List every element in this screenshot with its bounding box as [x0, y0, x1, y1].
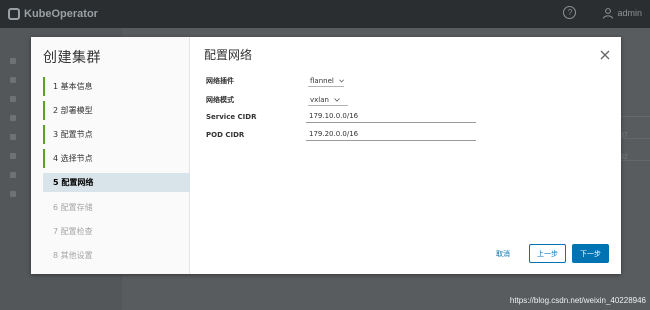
create-cluster-modal: 创建集群 1 基本信息 2 部署模型 3 配置节点 4 选择节点 5 配置网络 … — [31, 37, 621, 274]
logo-icon — [8, 8, 20, 20]
wizard-step-config-storage: 6 配置存储 — [53, 203, 93, 212]
page-title: 配置网络 — [204, 48, 253, 62]
pod-cidr-input[interactable] — [306, 128, 476, 141]
header-right: ? admin — [563, 6, 642, 19]
network-mode-label: 网络模式 — [206, 96, 234, 104]
sidebar-icon — [10, 191, 16, 197]
sidebar-icon — [10, 153, 16, 159]
app-logo[interactable]: KubeOperator — [8, 8, 98, 20]
app-header: KubeOperator ? admin — [0, 0, 650, 28]
wizard-step-other-settings: 8 其他设置 — [53, 251, 93, 260]
sidebar-icon — [10, 96, 16, 102]
sidebar-icon — [10, 77, 16, 83]
cancel-button[interactable]: 取消 — [488, 244, 518, 263]
sidebar-icon — [10, 115, 16, 121]
service-cidr-input[interactable] — [306, 110, 476, 123]
wizard-step-select-nodes[interactable]: 4 选择节点 — [43, 149, 190, 168]
chevron-down-icon — [334, 97, 340, 102]
app-name: KubeOperator — [24, 8, 98, 20]
wizard-step-config-nodes[interactable]: 3 配置节点 — [43, 125, 190, 144]
close-icon[interactable] — [599, 49, 611, 61]
chevron-down-icon — [339, 78, 344, 83]
help-icon[interactable]: ? — [563, 6, 577, 19]
previous-step-button[interactable]: 上一步 — [529, 244, 566, 263]
sidebar-icon — [10, 134, 16, 140]
wizard-content: 配置网络 网络插件 flannel 网络模式 vxlan Service CID… — [190, 37, 621, 274]
network-plugin-value: flannel — [310, 76, 334, 85]
wizard-steps-pane: 创建集群 1 基本信息 2 部署模型 3 配置节点 4 选择节点 5 配置网络 … — [31, 37, 190, 274]
wizard-step-basic-info[interactable]: 1 基本信息 — [43, 77, 190, 96]
wizard-title: 创建集群 — [43, 50, 101, 66]
wizard-step-deploy-model[interactable]: 2 部署模型 — [43, 101, 190, 120]
pod-cidr-label: POD CIDR — [206, 131, 245, 139]
sidebar-icon — [10, 172, 16, 178]
next-step-button[interactable]: 下一步 — [572, 244, 609, 263]
watermark: https://blog.csdn.net/weixin_40228946 — [509, 296, 646, 305]
network-plugin-label: 网络插件 — [206, 77, 234, 85]
wizard-step-config-check: 7 配置检查 — [53, 227, 93, 236]
network-plugin-select[interactable]: flannel — [308, 75, 344, 87]
network-mode-value: vxlan — [310, 95, 329, 104]
background-value: 32 — [620, 154, 628, 161]
service-cidr-label: Service CIDR — [206, 113, 257, 121]
user-icon — [603, 7, 614, 19]
network-mode-select[interactable]: vxlan — [308, 94, 348, 106]
background-value: 37 — [620, 132, 628, 139]
user-name[interactable]: admin — [617, 8, 642, 18]
wizard-step-config-network[interactable]: 5 配置网络 — [43, 173, 190, 192]
sidebar-icon — [10, 58, 16, 64]
